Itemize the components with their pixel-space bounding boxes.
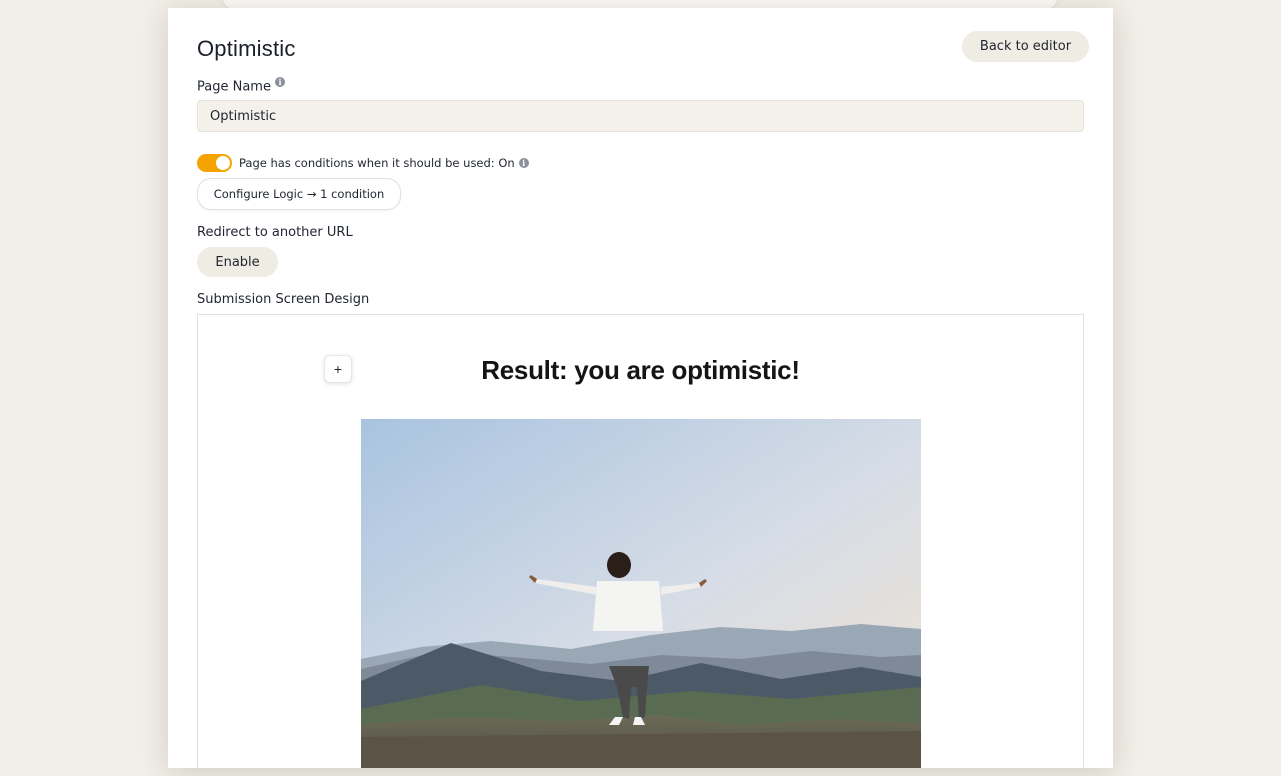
page-name-input[interactable] [197, 100, 1084, 132]
add-block-button[interactable]: + [324, 355, 352, 383]
page-name-label-row: Page Name i [197, 77, 285, 94]
back-to-editor-button[interactable]: Back to editor [962, 31, 1089, 62]
submission-screen-preview[interactable]: Result: you are optimistic! + [197, 314, 1084, 768]
redirect-label: Redirect to another URL [197, 225, 353, 240]
conditions-label: Page has conditions when it should be us… [239, 156, 515, 170]
page-settings-panel: Optimistic Back to editor Page Namei Pag… [168, 8, 1113, 768]
configure-logic-button[interactable]: Configure Logic → 1 condition [197, 178, 401, 210]
page-title: Optimistic [197, 36, 296, 61]
enable-redirect-button[interactable]: Enable [197, 247, 278, 277]
result-image[interactable] [361, 419, 921, 768]
plus-icon: + [333, 361, 343, 377]
info-icon[interactable]: i [518, 158, 529, 168]
toggle-knob [216, 156, 230, 170]
info-icon[interactable]: i [274, 77, 285, 87]
submission-design-label: Submission Screen Design [197, 292, 370, 307]
page-name-label: Page Name [197, 79, 271, 95]
conditions-row: Page has conditions when it should be us… [197, 154, 529, 172]
conditions-toggle[interactable] [197, 154, 232, 172]
